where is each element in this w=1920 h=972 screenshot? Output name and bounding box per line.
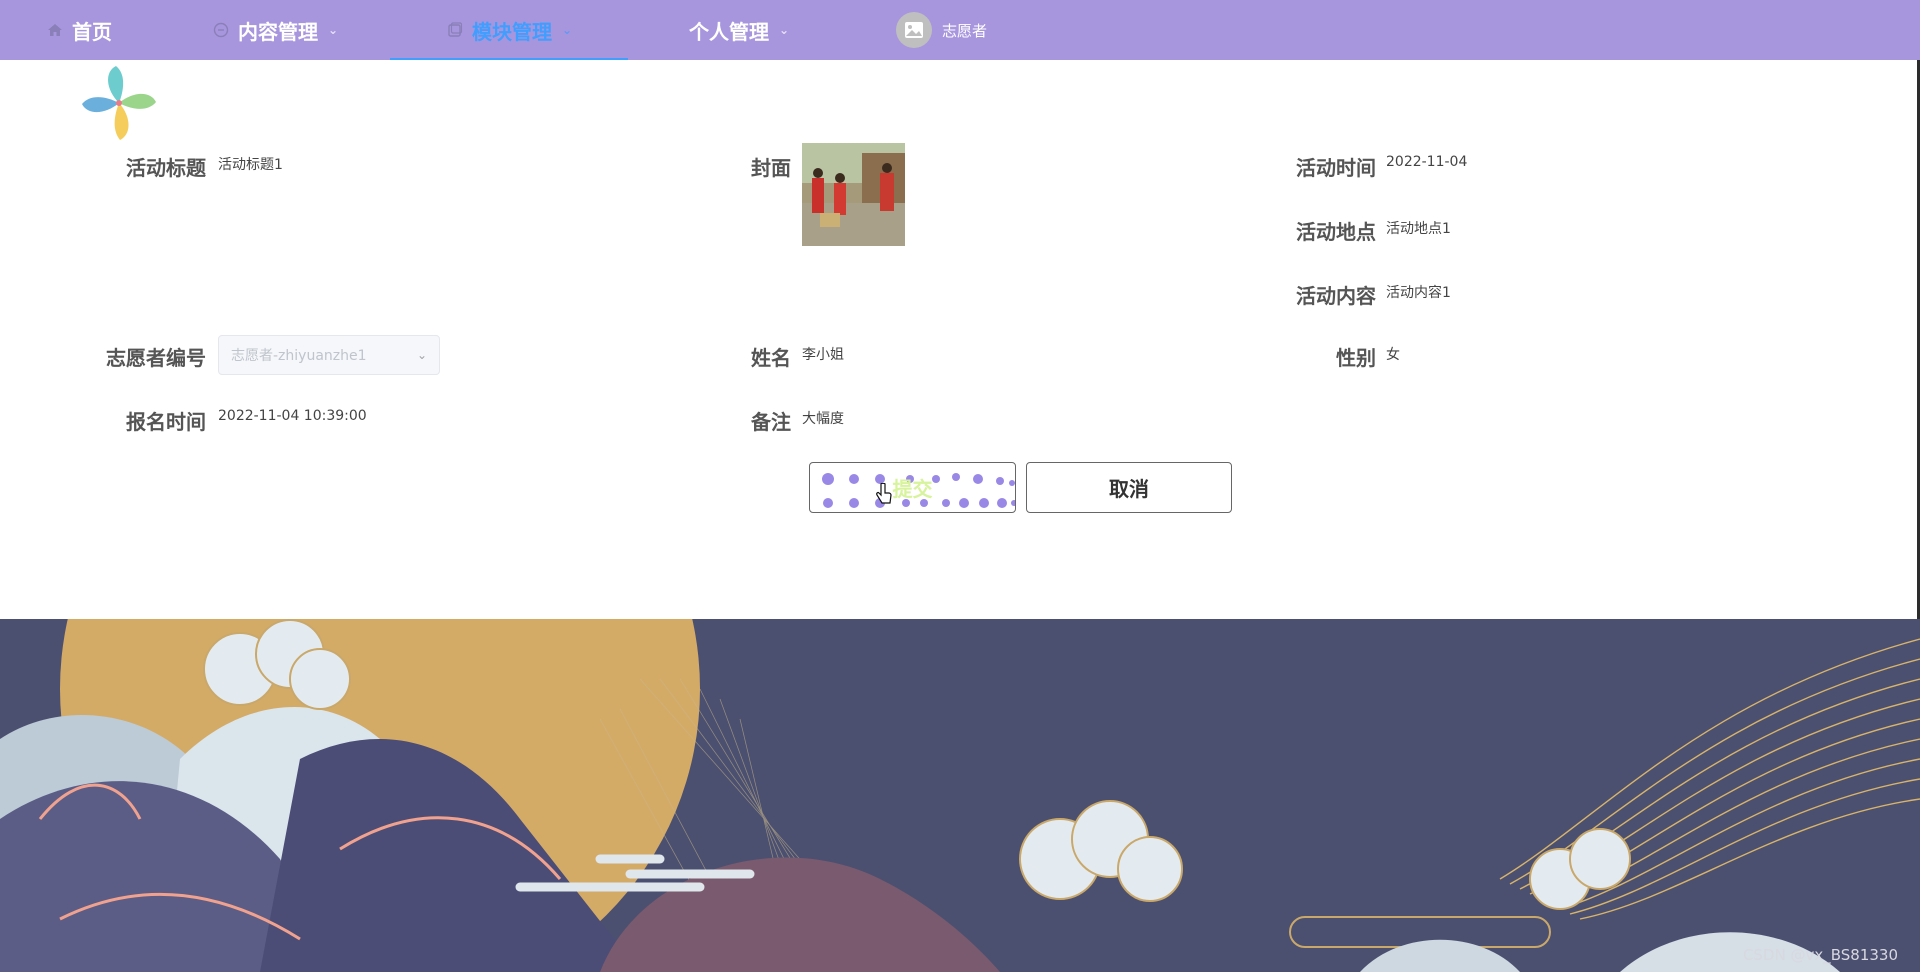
nav-item-module-label: 模块管理 (472, 19, 552, 44)
name-value: 李小姐 (802, 347, 844, 363)
activity-content-value: 活动内容1 (1386, 285, 1451, 301)
nav-item-personal-label: 个人管理 (689, 19, 769, 44)
module-icon (446, 21, 464, 39)
gender-label: 性别 (1336, 346, 1376, 370)
nav-item-module-management[interactable]: 模块管理 ⌄ (389, 0, 629, 60)
landscape-background: CSDN @vx_BS81330 (0, 619, 1920, 972)
cover-label: 封面 (751, 156, 791, 180)
home-icon (46, 21, 64, 39)
remark-value: 大幅度 (802, 411, 844, 427)
nav-item-home[interactable]: 首页 (46, 0, 112, 60)
signup-time-value: 2022-11-04 10:39:00 (218, 408, 367, 424)
top-navigation-bar: 首页 内容管理 ⌄ 模块管理 ⌄ 个人管理 ⌄ 志愿者 (0, 0, 1920, 60)
activity-location-label: 活动地点 (1296, 220, 1376, 244)
cancel-button[interactable]: 取消 (1026, 462, 1232, 513)
name-label: 姓名 (751, 346, 791, 370)
csdn-watermark: CSDN @vx_BS81330 (1742, 946, 1898, 964)
nav-item-home-label: 首页 (72, 19, 112, 44)
cover-image (802, 143, 905, 246)
volunteer-number-placeholder: 志愿者-zhiyuanzhe1 (231, 348, 367, 364)
volunteer-number-label: 志愿者编号 (106, 346, 206, 370)
signup-time-label: 报名时间 (126, 410, 206, 434)
submit-button[interactable]: 提交 (809, 462, 1016, 513)
activity-content-label: 活动内容 (1296, 284, 1376, 308)
activity-location-value: 活动地点1 (1386, 221, 1451, 237)
chevron-down-icon: ⌄ (779, 23, 790, 37)
chevron-down-icon: ⌄ (328, 23, 339, 37)
chevron-down-icon: ⌄ (416, 348, 427, 362)
activity-time-value: 2022-11-04 (1386, 154, 1468, 170)
user-name[interactable]: 志愿者 (942, 0, 987, 60)
hand-pointer-cursor-icon (876, 483, 892, 504)
activity-title-value: 活动标题1 (218, 157, 283, 173)
activity-title-label: 活动标题 (126, 156, 206, 180)
submit-button-label: 提交 (892, 477, 933, 501)
content-icon (212, 21, 230, 39)
volunteer-number-select[interactable]: 志愿者-zhiyuanzhe1 ⌄ (218, 335, 440, 375)
nav-item-content-label: 内容管理 (238, 19, 318, 44)
avatar-image-icon (905, 22, 923, 38)
user-avatar[interactable] (896, 12, 932, 48)
chevron-down-icon: ⌄ (562, 23, 573, 37)
remark-label: 备注 (751, 410, 791, 434)
gender-value: 女 (1386, 347, 1400, 363)
activity-time-label: 活动时间 (1296, 156, 1376, 180)
nav-item-personal-management[interactable]: 个人管理 ⌄ (689, 0, 789, 60)
nav-item-content-management[interactable]: 内容管理 ⌄ (212, 0, 338, 60)
